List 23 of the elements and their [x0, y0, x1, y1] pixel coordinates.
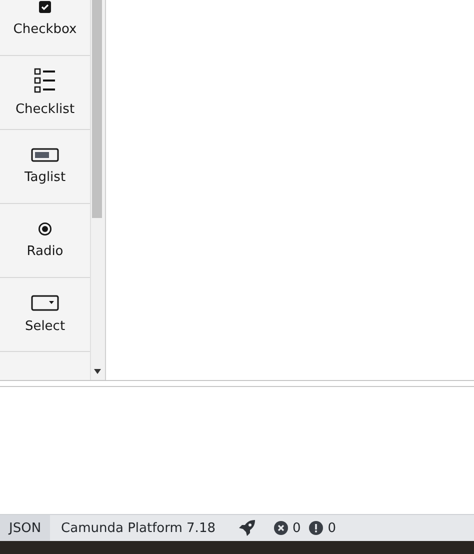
palette-item-label: Taglist — [24, 170, 66, 185]
taglist-icon — [31, 148, 59, 162]
palette-item-label: Radio — [26, 244, 64, 259]
scrollbar[interactable] — [91, 0, 106, 380]
platform-label[interactable]: Camunda Platform 7.18 — [61, 520, 216, 536]
json-tab[interactable]: JSON — [0, 515, 50, 541]
palette-item-label: Checklist — [15, 102, 75, 117]
error-count: 0 — [292, 520, 301, 536]
palette-item[interactable]: Checklist — [0, 56, 90, 130]
select-icon — [31, 295, 59, 311]
palette-item[interactable]: Radio — [0, 204, 90, 278]
rocket-icon[interactable] — [238, 519, 256, 537]
error-icon[interactable] — [274, 521, 288, 535]
radio-icon — [38, 222, 52, 236]
checklist-icon — [34, 68, 56, 94]
palette-item-label: Select — [24, 319, 66, 334]
palette-item-label: Checkbox — [13, 22, 77, 37]
palette-item[interactable]: Taglist — [0, 130, 90, 204]
scroll-down-icon[interactable] — [94, 369, 101, 374]
warning-icon[interactable] — [308, 521, 323, 535]
warning-count: 0 — [328, 520, 336, 536]
palette-item[interactable]: Select — [0, 278, 90, 352]
palette-item[interactable]: Checkbox — [0, 0, 90, 56]
